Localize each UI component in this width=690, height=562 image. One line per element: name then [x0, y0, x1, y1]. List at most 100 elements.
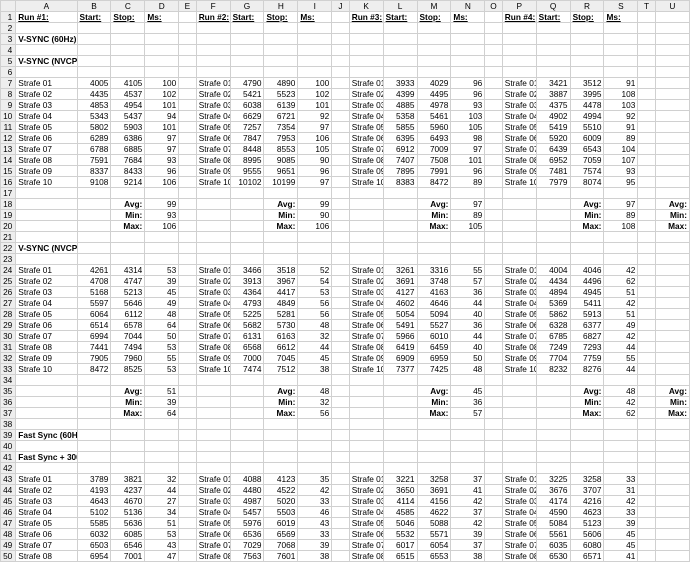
cell[interactable] — [485, 408, 502, 419]
cell[interactable]: 3967 — [264, 276, 298, 287]
cell[interactable] — [502, 232, 536, 243]
cell[interactable]: Max: — [655, 408, 689, 419]
cell[interactable]: Strafe 05 — [502, 309, 536, 320]
cell[interactable]: 4853 — [77, 100, 111, 111]
cell[interactable] — [332, 199, 349, 210]
cell[interactable] — [655, 188, 689, 199]
cell[interactable] — [638, 232, 655, 243]
cell[interactable] — [655, 111, 689, 122]
cell[interactable]: Start: — [383, 12, 417, 23]
cell[interactable]: Strafe 03 — [16, 287, 77, 298]
cell[interactable]: 42 — [604, 496, 638, 507]
cell[interactable]: 4793 — [230, 298, 264, 309]
row-header[interactable]: 22 — [1, 243, 16, 254]
cell[interactable]: Strafe 06 — [196, 320, 230, 331]
cell[interactable] — [298, 23, 332, 34]
cell[interactable] — [570, 56, 604, 67]
cell[interactable]: 8433 — [111, 166, 145, 177]
cell[interactable] — [485, 67, 502, 78]
cell[interactable] — [485, 551, 502, 562]
cell[interactable] — [485, 12, 502, 23]
cell[interactable]: 53 — [298, 287, 332, 298]
cell[interactable]: 5369 — [536, 298, 570, 309]
cell[interactable]: Strafe 08 — [349, 342, 383, 353]
cell[interactable]: 45 — [298, 353, 332, 364]
cell[interactable]: 7000 — [230, 353, 264, 364]
cell[interactable]: 39 — [298, 540, 332, 551]
cell[interactable]: 4987 — [230, 496, 264, 507]
cell[interactable]: Strafe 01 — [16, 474, 77, 485]
cell[interactable] — [604, 243, 638, 254]
cell[interactable] — [179, 364, 196, 375]
cell[interactable]: 4435 — [77, 89, 111, 100]
cell[interactable]: Avg: — [655, 199, 689, 210]
cell[interactable] — [638, 45, 655, 56]
cell[interactable]: 106 — [298, 133, 332, 144]
cell[interactable] — [383, 34, 417, 45]
cell[interactable] — [417, 419, 451, 430]
cell[interactable] — [485, 188, 502, 199]
row-header[interactable]: 42 — [1, 463, 16, 474]
cell[interactable] — [655, 89, 689, 100]
cell[interactable] — [196, 397, 230, 408]
cell[interactable] — [349, 386, 383, 397]
cell[interactable]: 53 — [145, 265, 179, 276]
cell[interactable]: Strafe 08 — [16, 551, 77, 562]
cell[interactable] — [332, 342, 349, 353]
cell[interactable]: 3691 — [417, 485, 451, 496]
cell[interactable]: 4046 — [570, 265, 604, 276]
cell[interactable] — [179, 210, 196, 221]
cell[interactable]: Strafe 05 — [502, 518, 536, 529]
cell[interactable] — [485, 254, 502, 265]
cell[interactable] — [111, 375, 145, 386]
cell[interactable] — [485, 111, 502, 122]
cell[interactable]: 44 — [451, 298, 485, 309]
cell[interactable]: 7354 — [264, 122, 298, 133]
cell[interactable] — [77, 452, 111, 463]
cell[interactable]: 6954 — [77, 551, 111, 562]
cell[interactable] — [145, 375, 179, 386]
cell[interactable] — [417, 430, 451, 441]
cell[interactable]: 3258 — [417, 474, 451, 485]
cell[interactable]: 4602 — [383, 298, 417, 309]
cell[interactable] — [179, 133, 196, 144]
cell[interactable] — [332, 265, 349, 276]
cell[interactable] — [417, 254, 451, 265]
cell[interactable]: 97 — [145, 133, 179, 144]
col-header[interactable]: A — [16, 1, 77, 12]
col-header[interactable]: U — [655, 1, 689, 12]
cell[interactable]: 4537 — [111, 89, 145, 100]
cell[interactable] — [332, 254, 349, 265]
cell[interactable] — [230, 45, 264, 56]
cell[interactable]: Strafe 01 — [16, 265, 77, 276]
cell[interactable]: Strafe 04 — [502, 507, 536, 518]
cell[interactable]: 45 — [451, 386, 485, 397]
cell[interactable]: 7847 — [230, 133, 264, 144]
cell[interactable] — [638, 507, 655, 518]
cell[interactable]: 4902 — [536, 111, 570, 122]
cell[interactable] — [179, 78, 196, 89]
cell[interactable]: 42 — [604, 331, 638, 342]
cell[interactable] — [332, 34, 349, 45]
cell[interactable]: 9085 — [264, 155, 298, 166]
cell[interactable] — [655, 155, 689, 166]
row-header[interactable]: 30 — [1, 331, 16, 342]
cell[interactable] — [604, 45, 638, 56]
cell[interactable] — [196, 67, 230, 78]
cell[interactable]: 53 — [145, 529, 179, 540]
row-header[interactable]: 36 — [1, 397, 16, 408]
cell[interactable]: 3933 — [383, 78, 417, 89]
row-header[interactable]: 35 — [1, 386, 16, 397]
cell[interactable]: 102 — [298, 89, 332, 100]
cell[interactable] — [196, 243, 230, 254]
row-header[interactable]: 20 — [1, 221, 16, 232]
row-header[interactable]: 12 — [1, 133, 16, 144]
cell[interactable] — [485, 232, 502, 243]
cell[interactable]: 4478 — [570, 100, 604, 111]
cell[interactable]: 92 — [604, 111, 638, 122]
cell[interactable] — [502, 430, 536, 441]
cell[interactable] — [655, 320, 689, 331]
cell[interactable] — [383, 408, 417, 419]
cell[interactable] — [332, 540, 349, 551]
cell[interactable]: 7591 — [77, 155, 111, 166]
